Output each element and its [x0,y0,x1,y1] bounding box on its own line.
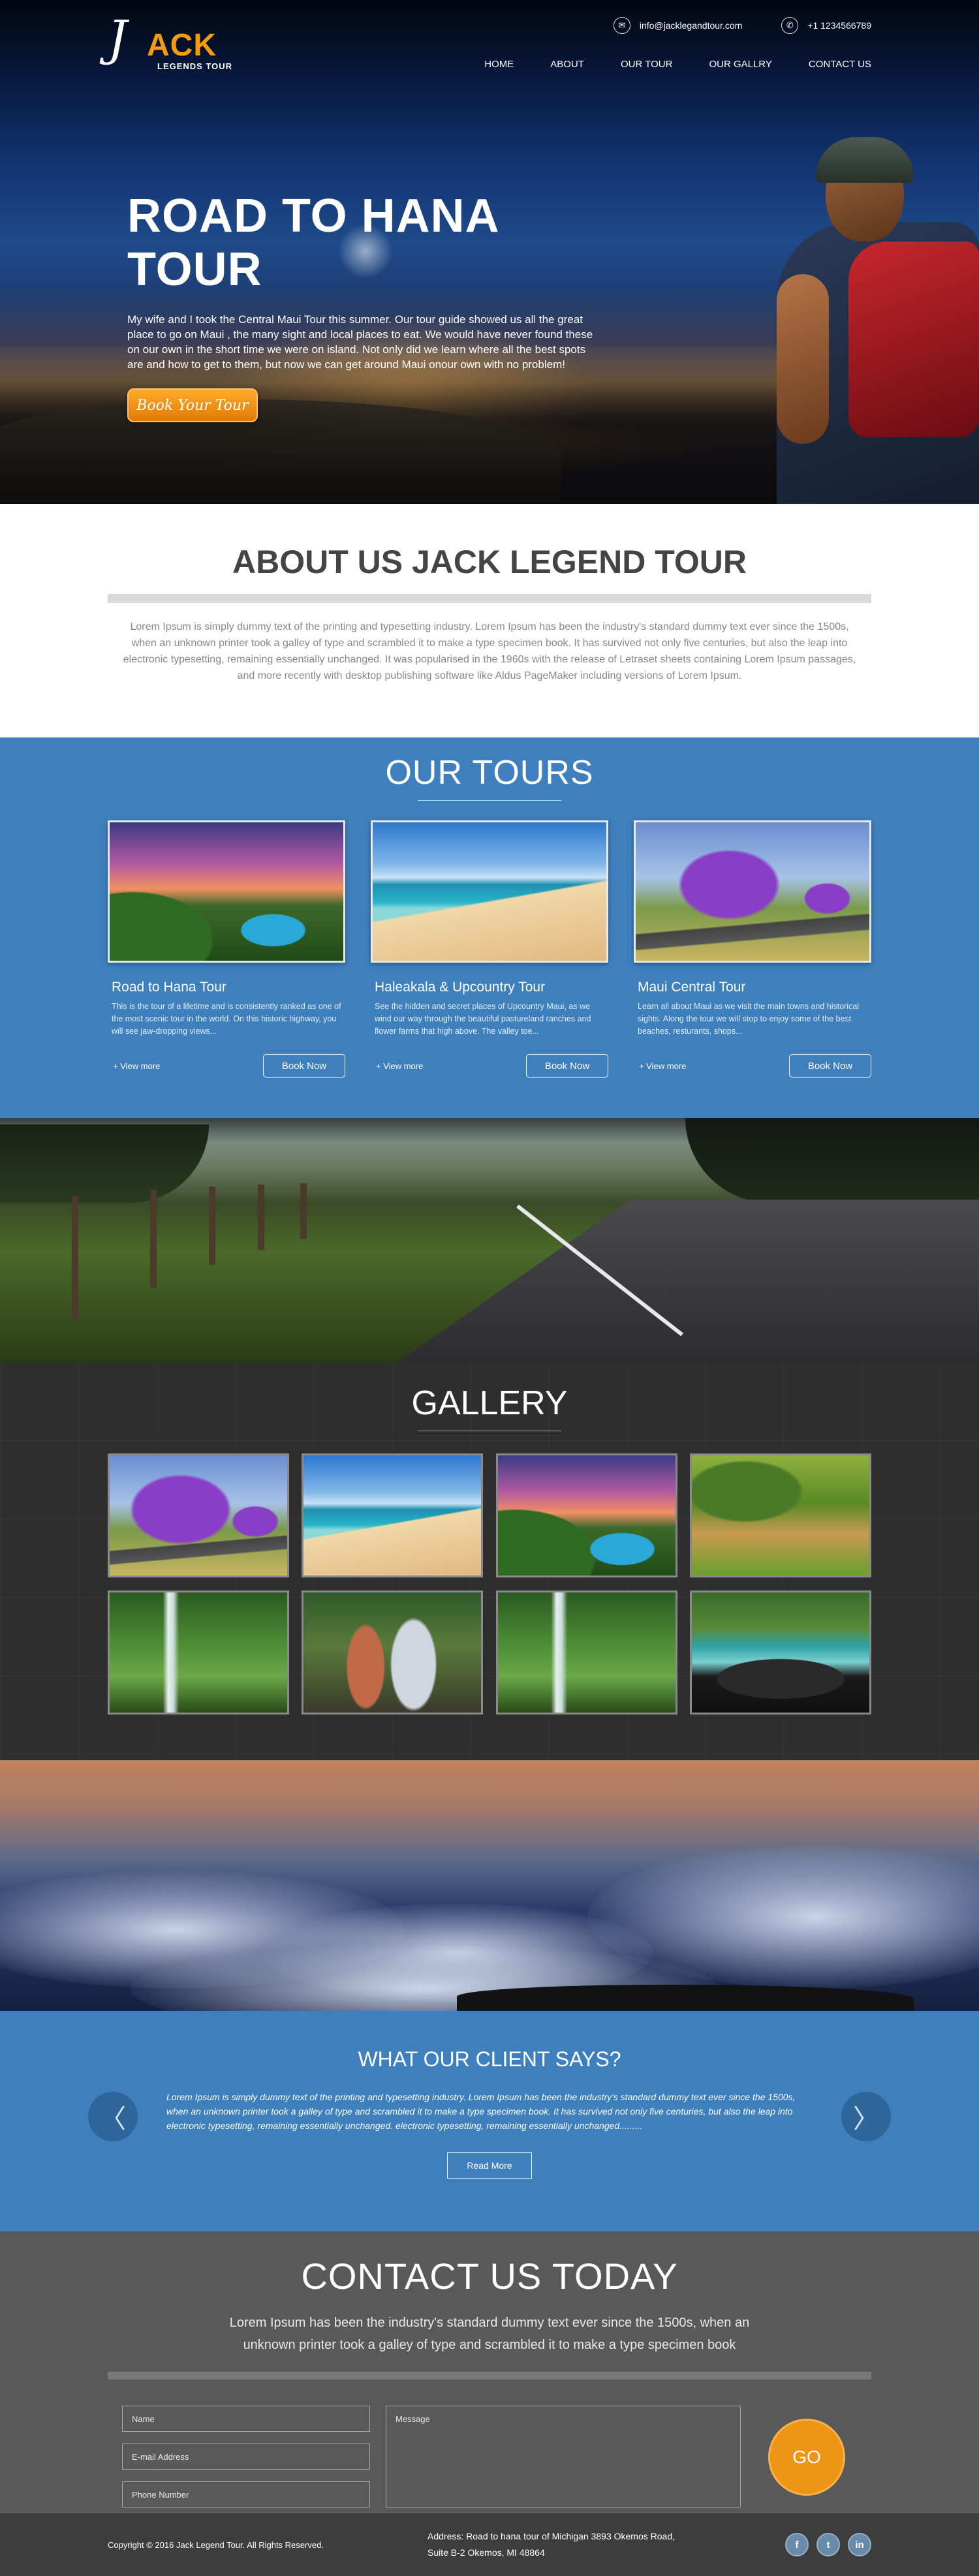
nav-about[interactable]: ABOUT [550,59,584,70]
address-line-1: Address: Road to hana tour of Michigan 3… [427,2531,675,2541]
logo-subtitle: LEGENDS TOUR [157,61,233,71]
email-text: info@jacklegandtour.com [639,20,743,31]
hero-section: J ACK LEGENDS TOUR ✉ info@jacklegandtour… [0,0,979,504]
logo-j: J [108,10,127,67]
read-more-button[interactable]: Read More [447,2152,532,2179]
phone-icon: ✆ [781,17,799,34]
tour-image[interactable] [108,820,345,963]
view-more-link[interactable]: + View more [113,1061,160,1071]
go-button[interactable]: GO [768,2419,845,2496]
footer-address: Address: Road to hana tour of Michigan 3… [427,2528,754,2561]
contact-form: Name E-mail Address Phone Number Message… [108,2406,871,2507]
tour-description: This is the tour of a lifetime and is co… [112,1002,341,1036]
contact-title: CONTACT US TODAY [301,2256,678,2297]
testimonials-section: WHAT OUR CLIENT SAYS? Lorem Ipsum is sim… [0,2011,979,2231]
hero-description: My wife and I took the Central Maui Tour… [127,313,593,371]
about-title: ABOUT US JACK LEGEND TOUR [232,544,747,580]
testimonials-title: WHAT OUR CLIENT SAYS? [358,2047,621,2071]
next-arrow-icon[interactable]: 〉 [841,2092,891,2141]
tour-description: Learn all about Maui as we visit the mai… [638,1002,860,1036]
book-now-button[interactable]: Book Now [789,1054,871,1078]
tour-image[interactable] [371,820,608,963]
tour-card: Haleakala & Upcountry Tour See the hidde… [371,820,608,1078]
gallery-thumbnail[interactable] [689,1453,871,1577]
nav-our-gallery[interactable]: OUR GALLRY [709,59,771,70]
gallery-thumbnail[interactable] [302,1453,484,1577]
contact-divider [108,2372,871,2380]
tour-card: Maui Central Tour Learn all about Maui a… [634,820,871,1078]
view-more-link[interactable]: + View more [376,1061,423,1071]
tour-card: Road to Hana Tour This is the tour of a … [108,820,345,1078]
tour-title[interactable]: Road to Hana Tour [112,980,345,995]
email-field[interactable]: E-mail Address [122,2444,370,2470]
clouds-banner-image [0,1760,979,2011]
logo-ack: ACK [147,28,217,63]
phone-field[interactable]: Phone Number [122,2481,370,2507]
hero-title: ROAD TO HANA TOUR [127,190,498,296]
gallery-thumbnail[interactable] [689,1591,871,1715]
gallery-section: GALLERY [0,1363,979,1760]
envelope-icon: ✉ [613,17,630,34]
address-line-2: Suite B-2 Okemos, MI 48864 [427,2547,545,2558]
about-divider [108,594,871,603]
facebook-icon[interactable]: f [785,2533,809,2556]
top-email[interactable]: ✉ info@jacklegandtour.com [613,17,743,34]
view-more-link[interactable]: + View more [639,1061,686,1071]
tour-title[interactable]: Haleakala & Upcountry Tour [375,980,608,995]
linkedin-icon[interactable]: in [848,2533,871,2556]
tour-list: Road to Hana Tour This is the tour of a … [108,820,871,1078]
hero-text: ROAD TO HANA TOUR My wife and I took the… [127,189,610,372]
nav-contact-us[interactable]: CONTACT US [809,59,871,70]
message-field[interactable]: Message [386,2406,741,2507]
book-now-button[interactable]: Book Now [263,1054,345,1078]
top-phone[interactable]: ✆ +1 1234566789 [781,17,871,34]
tour-description: See the hidden and secret places of Upco… [375,1002,591,1036]
contact-section: CONTACT US TODAY Lorem Ipsum has been th… [0,2231,979,2513]
top-bar: J ACK LEGENDS TOUR ✉ info@jacklegandtour… [108,0,871,91]
tours-underline [418,800,561,801]
name-field[interactable]: Name [122,2406,370,2432]
footer: Copyright © 2016 Jack Legend Tour. All R… [0,2513,979,2576]
twitter-icon[interactable]: t [816,2533,840,2556]
road-banner-image [0,1118,979,1363]
contact-lead: Lorem Ipsum has been the industry's stan… [229,2316,750,2352]
gallery-title: GALLERY [411,1384,568,1422]
nav-our-tour[interactable]: OUR TOUR [621,59,672,70]
tours-title: OUR TOURS [385,754,594,792]
book-tour-button[interactable]: Book Your Tour [127,388,258,422]
gallery-thumbnail[interactable] [108,1453,289,1577]
social-links: f t in [785,2533,871,2556]
about-section: ABOUT US JACK LEGEND TOUR Lorem Ipsum is… [0,504,979,737]
logo[interactable]: J ACK LEGENDS TOUR [108,10,238,80]
gallery-thumbnail[interactable] [302,1591,484,1715]
gallery-thumbnail[interactable] [495,1591,677,1715]
tour-image[interactable] [634,820,871,963]
testimonial-text: Lorem Ipsum is simply dummy text of the … [166,2092,796,2131]
tours-section: OUR TOURS Road to Hana Tour This is the … [0,737,979,1118]
tour-title[interactable]: Maui Central Tour [638,980,871,995]
book-now-button[interactable]: Book Now [526,1054,608,1078]
copyright: Copyright © 2016 Jack Legend Tour. All R… [108,2539,324,2550]
gallery-grid [108,1453,871,1715]
phone-text: +1 1234566789 [807,20,871,31]
nav-home[interactable]: HOME [484,59,514,70]
main-nav: HOME ABOUT OUR TOUR OUR GALLRY CONTACT U… [484,59,871,70]
gallery-thumbnail[interactable] [108,1591,289,1715]
gallery-thumbnail[interactable] [495,1453,677,1577]
prev-arrow-icon[interactable]: 〈 [88,2092,138,2141]
top-contact: ✉ info@jacklegandtour.com ✆ +1 123456678… [613,17,871,34]
about-text: Lorem Ipsum is simply dummy text of the … [123,621,856,681]
